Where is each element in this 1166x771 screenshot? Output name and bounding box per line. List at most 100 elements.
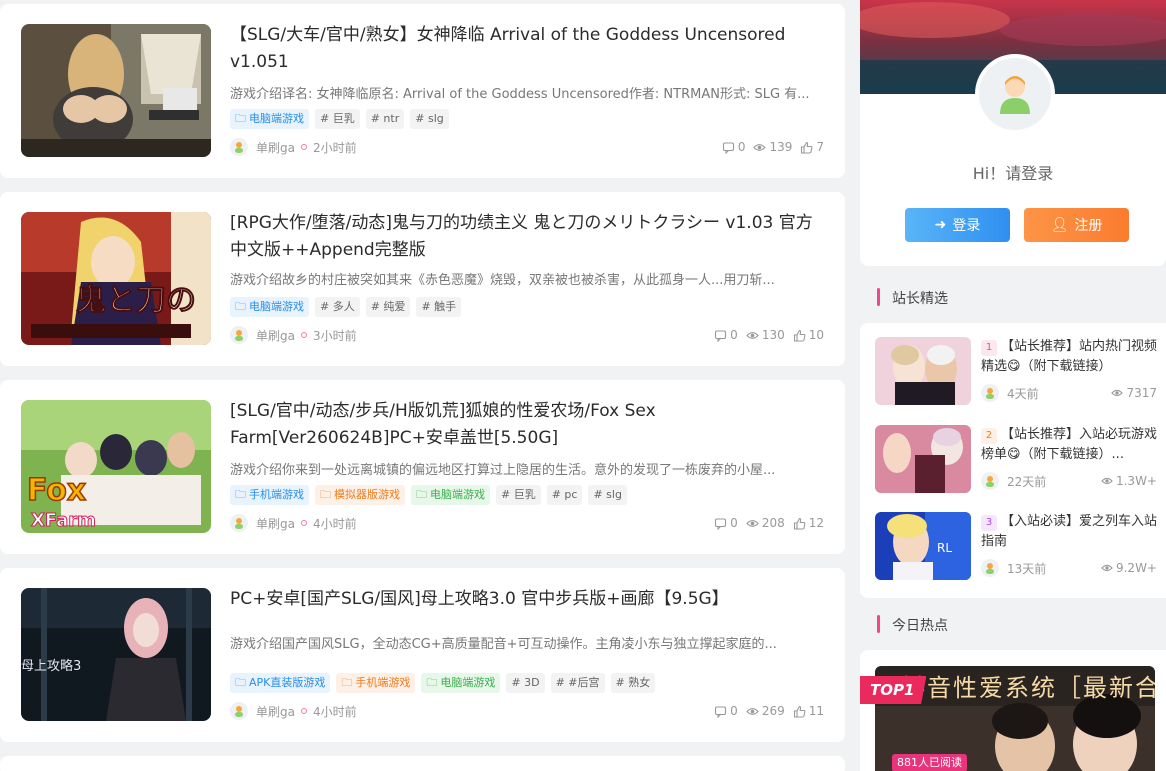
post-thumbnail[interactable]: 母上攻略3 — [21, 588, 211, 721]
tag-keyword[interactable]: # 巨乳 — [496, 485, 541, 505]
post-thumbnail[interactable] — [21, 24, 211, 157]
view-count: 208 — [746, 516, 785, 530]
post-stats: 0 269 11 — [714, 704, 824, 718]
author-avatar[interactable] — [981, 384, 999, 402]
tag-keyword[interactable]: # slg — [410, 109, 449, 129]
tag-keyword[interactable]: # #后宫 — [550, 673, 605, 693]
tag-keyword[interactable]: # 熟女 — [610, 673, 656, 693]
post-tags: 🗀 手机端游戏 🗀 模拟器版游戏 🗀 电脑端游戏 # 巨乳 # pc # slg — [230, 485, 627, 505]
author-avatar[interactable] — [230, 702, 248, 720]
tag-keyword[interactable]: # 多人 — [315, 297, 360, 317]
author-avatar[interactable] — [230, 514, 248, 532]
svg-text:鬼と刀の: 鬼と刀の — [76, 283, 196, 318]
folder-icon: 🗀 — [235, 112, 246, 125]
tag-category[interactable]: 🗀 电脑端游戏 — [230, 109, 309, 129]
tag-keyword[interactable]: # 触手 — [416, 297, 462, 317]
folder-icon: 🗀 — [235, 488, 246, 501]
post-card[interactable]: Fox XFarm [SLG/官中/动态/步兵/H版饥荒]狐娘的性爱农场/Fox… — [0, 380, 845, 554]
picks-list: 1 【站长推荐】站内热门视频精选😋（附下载链接） 4天前 7317 2 【站长推荐】… — [860, 323, 1166, 598]
post-title[interactable]: 【SLG/大车/官中/熟女】女神降临 Arrival of the Goddes… — [230, 22, 824, 76]
pick-thumbnail[interactable] — [875, 425, 971, 493]
tag-keyword[interactable]: # pc — [546, 485, 583, 505]
eye-icon — [1101, 477, 1113, 485]
pick-item[interactable]: 1 【站长推荐】站内热门视频精选😋（附下载链接） 4天前 7317 — [875, 337, 1165, 405]
author-avatar[interactable] — [230, 326, 248, 344]
comment-count: 0 — [714, 328, 738, 342]
thumbs-up-icon — [793, 329, 806, 342]
top1-badge: TOP1 — [860, 676, 927, 704]
tag-keyword[interactable]: # 纯爱 — [365, 297, 411, 317]
tag-keyword[interactable]: # 巨乳 — [315, 109, 360, 129]
pick-thumbnail[interactable] — [875, 337, 971, 405]
pick-title[interactable]: 1 【站长推荐】站内热门视频精选😋（附下载链接） — [981, 337, 1161, 377]
tag-keyword[interactable]: # ntr — [365, 109, 405, 129]
post-time: 4小时前 — [312, 516, 357, 531]
like-count[interactable]: 11 — [793, 704, 824, 718]
hot-banner-text: 抖音性爱系统［最新合集］ — [901, 674, 1155, 702]
post-excerpt: 游戏介绍你来到一处远离城镇的偏远地区打算过上隐居的生活。意外的发现了一栋废弃的小… — [230, 463, 776, 478]
folder-icon: 🗀 — [341, 676, 353, 689]
like-count[interactable]: 10 — [793, 328, 824, 342]
post-excerpt: 游戏介绍故乡的村庄被突如其来《赤色恶魔》烧毁，双亲被也被杀害，从此孤身一人...… — [230, 273, 775, 288]
tag-category[interactable]: 🗀 电脑端游戏 — [230, 297, 309, 317]
like-count[interactable]: 12 — [793, 516, 824, 530]
like-count[interactable]: 7 — [800, 140, 824, 154]
pick-time: 13天前 — [1007, 561, 1047, 576]
pick-meta: 4天前 7317 — [981, 384, 1157, 402]
pick-time: 4天前 — [1007, 386, 1039, 401]
author-avatar[interactable] — [981, 472, 999, 490]
view-count: 9.2W+ — [1101, 561, 1157, 575]
folder-icon: 🗀 — [426, 676, 438, 689]
login-button[interactable]: ➜ 登录 — [905, 208, 1010, 242]
tag-category[interactable]: 🗀 电脑端游戏 — [411, 485, 490, 505]
author-name[interactable]: 单刷ga — [256, 703, 295, 720]
pick-time: 22天前 — [1007, 474, 1047, 489]
pick-thumbnail[interactable]: RL — [875, 512, 971, 580]
eye-icon — [1111, 389, 1124, 397]
rank-badge: 2 — [981, 428, 997, 444]
tag-keyword[interactable]: # 3D — [506, 673, 545, 693]
pick-meta: 22天前 1.3W+ — [981, 472, 1157, 490]
author-name[interactable]: 单刷ga — [256, 139, 295, 156]
hot-card[interactable]: 抖音性爱系统［最新合集］ 881人已阅读 TOP1 — [860, 650, 1166, 771]
tag-category[interactable]: 🗀 模拟器版游戏 — [315, 485, 405, 505]
author-name[interactable]: 单刷ga — [256, 327, 295, 344]
separator-dot — [300, 332, 307, 338]
comment-icon — [715, 329, 727, 342]
post-time: 2小时前 — [312, 140, 357, 155]
post-meta: 单刷ga 2小时前 0 139 7 — [230, 137, 824, 157]
post-title[interactable]: [RPG大作/堕落/动态]鬼与刀的功绩主义 鬼と刀のメリトクラシー v1.03 … — [230, 210, 824, 264]
register-button[interactable]: 👤︎ 注册 — [1024, 208, 1129, 242]
author-avatar[interactable] — [981, 559, 999, 577]
post-card[interactable]: 母上攻略3 PC+安卓[国产SLG/国风]母上攻略3.0 官中步兵版+画廊【9.… — [0, 568, 845, 742]
comment-count: 0 — [714, 704, 738, 718]
separator-dot — [300, 520, 307, 526]
tag-keyword[interactable]: # slg — [588, 485, 627, 505]
view-count: 7317 — [1111, 386, 1157, 400]
user-avatar[interactable] — [975, 54, 1055, 134]
comment-count: 0 — [722, 140, 745, 154]
author-name[interactable]: 单刷ga — [256, 515, 295, 532]
tag-category[interactable]: 🗀 手机端游戏 — [230, 485, 309, 505]
post-excerpt: 游戏介绍译名: 女神降临原名: Arrival of the Goddess U… — [230, 87, 810, 102]
thumbs-up-icon — [793, 705, 806, 718]
post-thumbnail[interactable]: 鬼と刀の — [21, 212, 211, 345]
view-count: 130 — [746, 328, 785, 342]
post-thumbnail[interactable]: Fox XFarm — [21, 400, 211, 533]
pick-item[interactable]: RL 3 【入站必读】爱之列车入站指南 13天前 9.2W+ — [875, 512, 1165, 580]
post-title[interactable]: [SLG/官中/动态/步兵/H版饥荒]狐娘的性爱农场/Fox Sex Farm[… — [230, 398, 824, 452]
tag-category[interactable]: 🗀 APK直装版游戏 — [230, 673, 331, 693]
post-card[interactable] — [0, 756, 845, 771]
sign-in-icon: ➜ — [934, 217, 947, 233]
pick-title[interactable]: 2 【站长推荐】入站必玩游戏榜单😋（附下载链接）... — [981, 425, 1161, 465]
tag-category[interactable]: 🗀 手机端游戏 — [336, 673, 416, 693]
tag-category[interactable]: 🗀 电脑端游戏 — [421, 673, 501, 693]
separator-dot — [300, 144, 307, 150]
pick-item[interactable]: 2 【站长推荐】入站必玩游戏榜单😋（附下载链接）... 22天前 1.3W+ — [875, 425, 1165, 493]
post-time: 4小时前 — [312, 704, 357, 719]
post-card[interactable]: 【SLG/大车/官中/熟女】女神降临 Arrival of the Goddes… — [0, 4, 845, 178]
author-avatar[interactable] — [230, 138, 248, 156]
post-card[interactable]: 鬼と刀の [RPG大作/堕落/动态]鬼与刀的功绩主义 鬼と刀のメリトクラシー v… — [0, 192, 845, 366]
pick-title[interactable]: 3 【入站必读】爱之列车入站指南 — [981, 512, 1161, 552]
post-title[interactable]: PC+安卓[国产SLG/国风]母上攻略3.0 官中步兵版+画廊【9.5G】 — [230, 586, 824, 613]
